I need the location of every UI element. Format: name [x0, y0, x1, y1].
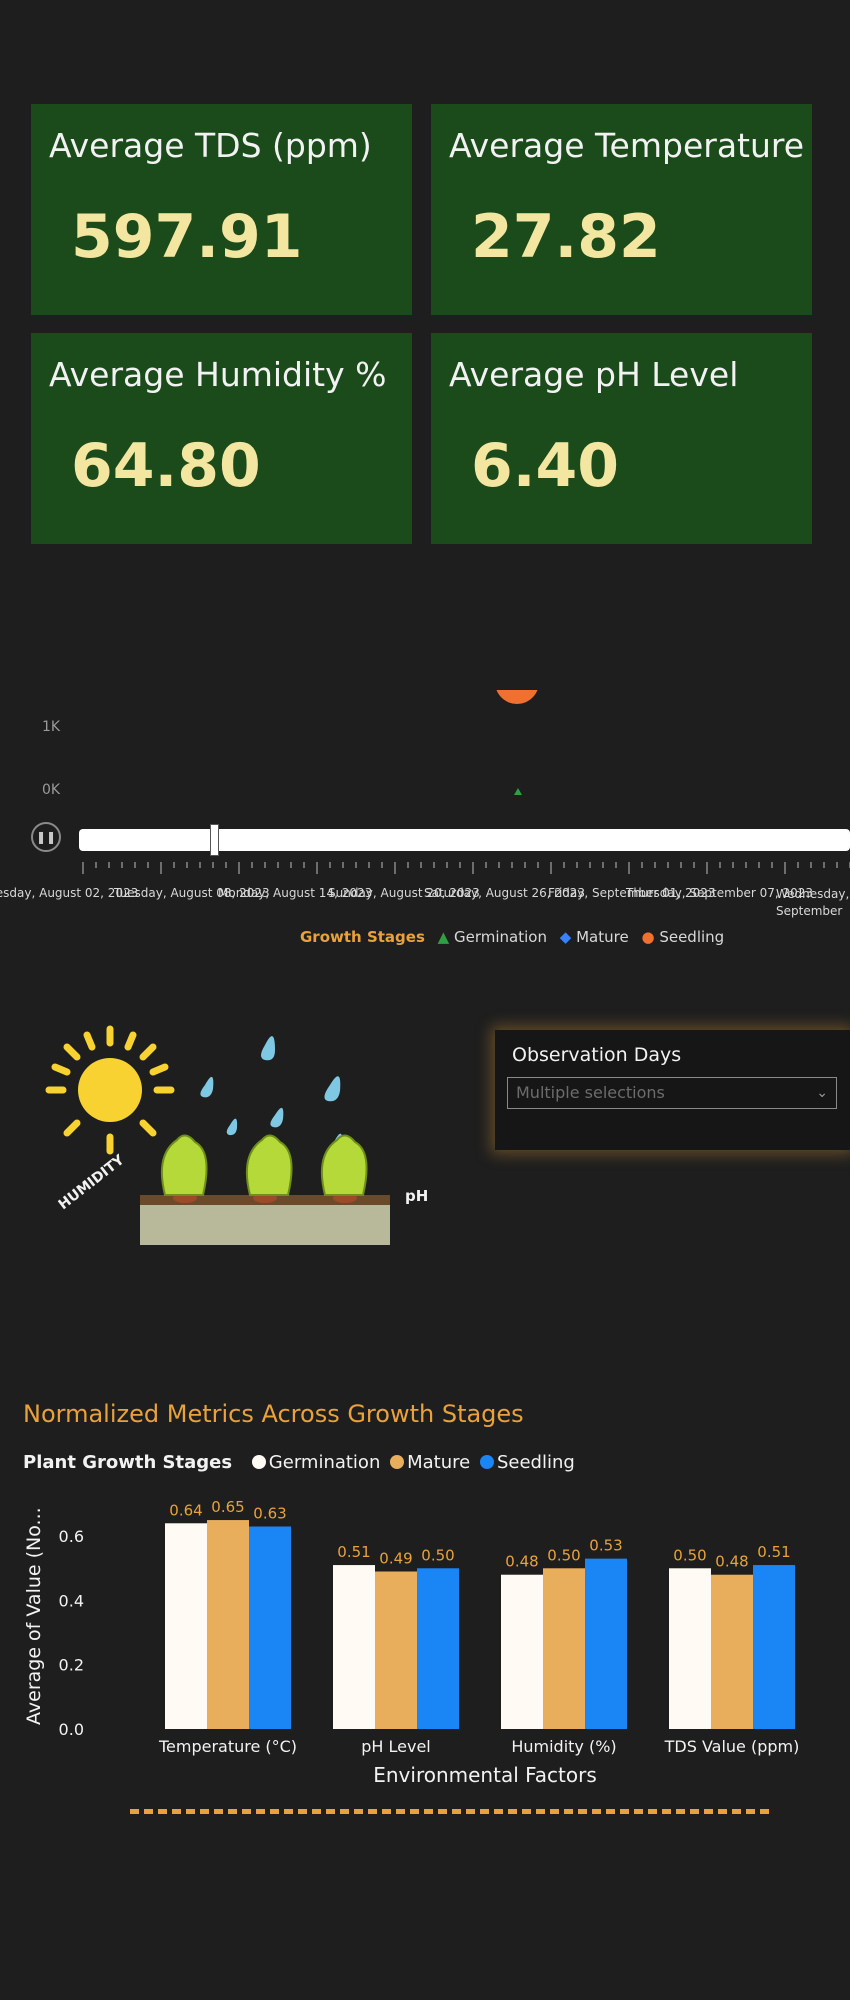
- data-label: 0.53: [589, 1537, 622, 1555]
- sun-icon: [45, 1025, 175, 1155]
- triangle-icon: ▲: [437, 928, 450, 946]
- kpi-value: 27.82: [471, 202, 661, 272]
- legend-item-germination[interactable]: ▲ Germination: [438, 928, 547, 946]
- pause-icon: ❚❚: [35, 830, 57, 844]
- circle-icon: ●: [641, 928, 655, 946]
- kpi-value: 64.80: [71, 431, 261, 501]
- bar-mature[interactable]: [207, 1520, 249, 1729]
- humidity-label: HUMIDITY: [56, 1152, 129, 1214]
- data-label: 0.48: [505, 1553, 538, 1571]
- y-tick-label: 1K: [42, 719, 61, 735]
- data-label: 0.65: [211, 1498, 244, 1516]
- legend-item-mature[interactable]: Mature: [386, 1452, 470, 1473]
- chart-legend: Plant Growth Stages Germination Mature S…: [23, 1452, 575, 1473]
- ph-label: pH: [405, 1187, 428, 1205]
- bar-mature[interactable]: [375, 1571, 417, 1730]
- data-label: 0.48: [715, 1553, 748, 1571]
- bar-germination[interactable]: [333, 1565, 375, 1729]
- y-axis-label: Average of Value (No...: [23, 1507, 45, 1725]
- dot-icon: [479, 1455, 494, 1469]
- legend-item-mature[interactable]: ◆ Mature: [560, 928, 629, 946]
- x-tick-label: Humidity (%): [511, 1737, 616, 1756]
- timeline-slider-track[interactable]: [79, 829, 850, 851]
- bubble-chart: 1K 0K: [42, 690, 539, 798]
- kpi-title: Average pH Level: [449, 355, 739, 394]
- bar-germination[interactable]: [669, 1568, 711, 1729]
- x-tick-label: pH Level: [361, 1737, 431, 1756]
- observation-days-dropdown[interactable]: Multiple selections ⌄: [507, 1077, 837, 1109]
- truncated-note: [130, 1806, 770, 1814]
- data-label: 0.51: [757, 1543, 790, 1561]
- legend-item-seedling[interactable]: Seedling: [476, 1452, 575, 1473]
- bar-seedling[interactable]: [585, 1558, 627, 1729]
- data-label: 0.50: [673, 1546, 706, 1564]
- legend-title: Growth Stages: [300, 928, 425, 946]
- data-label: 0.50: [547, 1546, 580, 1564]
- timeline-label: Wednesday, September: [776, 887, 850, 918]
- data-label: 0.50: [421, 1546, 454, 1564]
- legend-item-seedling[interactable]: ● Seedling: [641, 928, 724, 946]
- timeline-ticks: [82, 862, 850, 874]
- y-tick-label: 0.6: [59, 1527, 84, 1546]
- kpi-title: Average TDS (ppm): [49, 126, 372, 165]
- kpi-value: 597.91: [71, 202, 303, 272]
- x-axis-label: Environmental Factors: [373, 1763, 597, 1787]
- kpi-card-ph: Average pH Level 6.40: [431, 333, 812, 544]
- y-tick-label: 0K: [42, 782, 61, 798]
- pause-button[interactable]: ❚❚: [31, 822, 61, 852]
- growth-stages-legend: Growth Stages ▲ Germination ◆ Mature ● S…: [300, 928, 732, 946]
- kpi-title: Average Temperature: [449, 126, 805, 165]
- dropdown-value: Multiple selections: [516, 1083, 665, 1102]
- data-label: 0.64: [169, 1501, 202, 1519]
- bar-mature[interactable]: [543, 1568, 585, 1729]
- dot-icon: [390, 1455, 405, 1469]
- chevron-down-icon: ⌄: [816, 1085, 828, 1101]
- bar-chart: Average of Value (No... Environmental Fa…: [23, 1498, 800, 1787]
- y-tick-label: 0.4: [59, 1591, 84, 1610]
- y-tick-label: 0.2: [59, 1656, 84, 1675]
- timeline-slider-handle[interactable]: [210, 824, 219, 856]
- bar-seedling[interactable]: [753, 1565, 795, 1729]
- bar-mature[interactable]: [711, 1574, 753, 1729]
- legend-title: Plant Growth Stages: [23, 1452, 233, 1473]
- bar-germination[interactable]: [501, 1574, 543, 1729]
- slicer-title: Observation Days: [512, 1044, 682, 1066]
- chart-title: Normalized Metrics Across Growth Stages: [23, 1400, 524, 1428]
- soil-tray-icon: [140, 1193, 390, 1245]
- bar-germination[interactable]: [165, 1523, 207, 1729]
- observation-days-slicer: Observation Days Multiple selections ⌄: [495, 1030, 850, 1150]
- data-label: 0.63: [253, 1505, 286, 1523]
- diamond-icon: ◆: [559, 928, 572, 946]
- kpi-card-humidity: Average Humidity % 64.80: [31, 333, 412, 544]
- x-tick-label: Temperature (°C): [158, 1737, 297, 1756]
- kpi-card-temperature: Average Temperature 27.82: [431, 104, 812, 315]
- bar-seedling[interactable]: [249, 1526, 291, 1730]
- plant-illustration: HUMIDITY pH: [45, 1025, 428, 1245]
- x-tick-label: TDS Value (ppm): [664, 1737, 800, 1756]
- data-label: 0.51: [337, 1543, 370, 1561]
- kpi-value: 6.40: [471, 431, 620, 501]
- data-label: 0.49: [379, 1550, 412, 1568]
- lettuce-plants-icon: [160, 1134, 368, 1196]
- timeline-labels: Wednesday, August 02, 2023 Tuesday, Augu…: [0, 886, 850, 922]
- legend-item-germination[interactable]: Germination: [248, 1452, 380, 1473]
- kpi-title: Average Humidity %: [49, 355, 387, 394]
- dot-icon: [251, 1455, 266, 1469]
- seedling-bubble[interactable]: [495, 690, 539, 704]
- bar-seedling[interactable]: [417, 1568, 459, 1729]
- raindrops-icon: [200, 1036, 343, 1151]
- y-tick-label: 0.0: [59, 1720, 84, 1739]
- germination-marker[interactable]: [514, 788, 522, 795]
- kpi-card-tds: Average TDS (ppm) 597.91: [31, 104, 412, 315]
